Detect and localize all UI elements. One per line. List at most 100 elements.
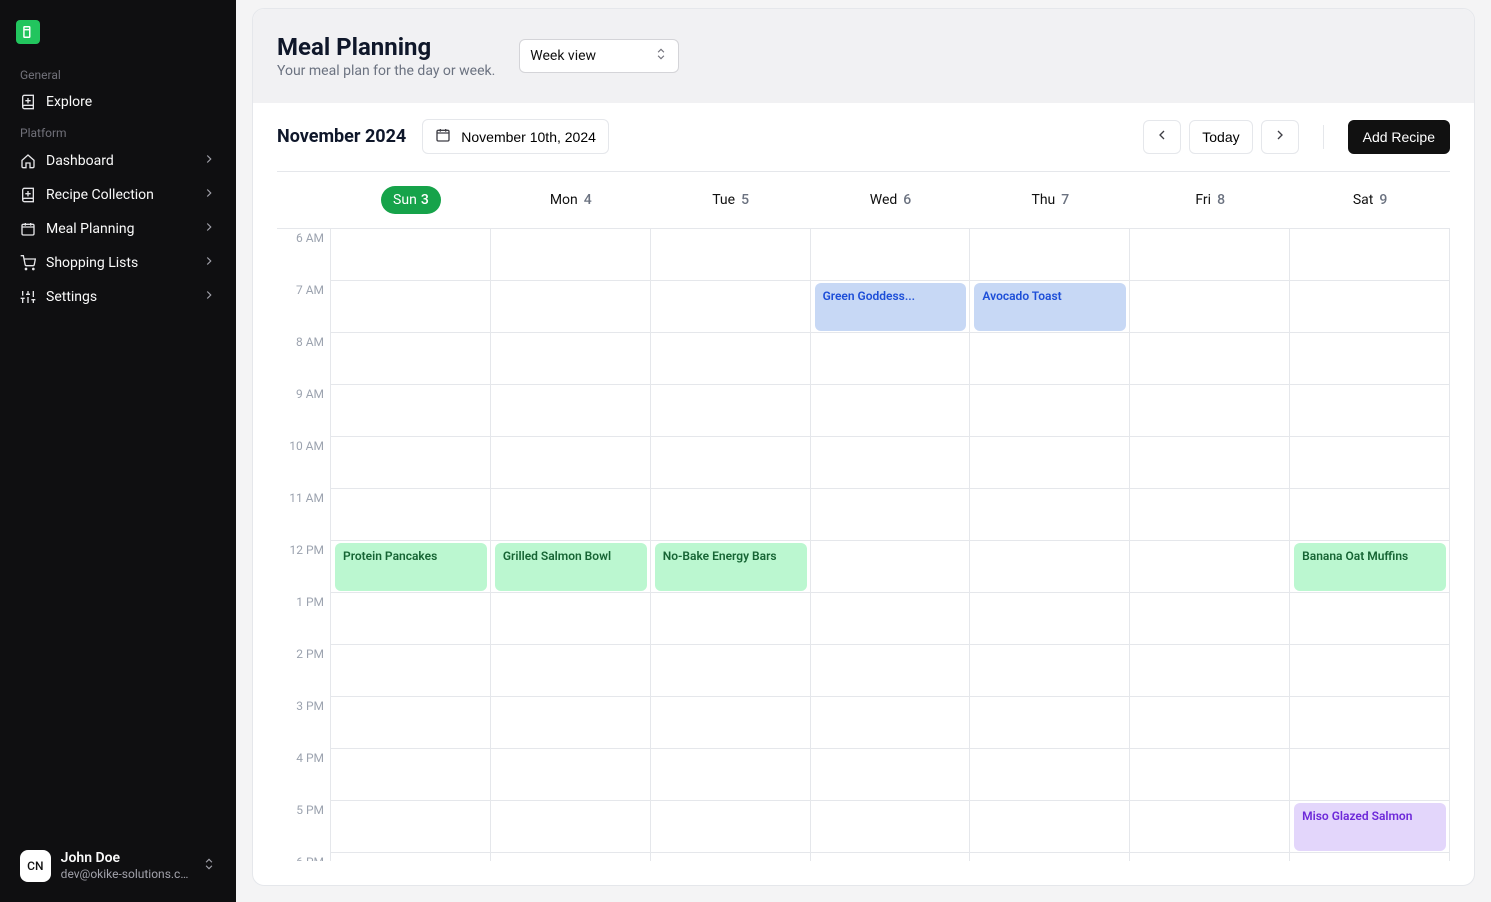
calendar-cell[interactable]: [811, 697, 971, 749]
calendar-cell[interactable]: [1290, 385, 1450, 437]
calendar-cell[interactable]: [651, 645, 811, 697]
calendar-cell[interactable]: [331, 333, 491, 385]
calendar-cell[interactable]: [1290, 281, 1450, 333]
calendar-cell[interactable]: [970, 489, 1130, 541]
calendar-cell[interactable]: [811, 385, 971, 437]
prev-button[interactable]: [1143, 120, 1181, 154]
calendar-cell[interactable]: [491, 645, 651, 697]
calendar-cell[interactable]: [651, 593, 811, 645]
calendar-event[interactable]: Miso Glazed Salmon: [1294, 803, 1446, 851]
calendar-cell[interactable]: [491, 437, 651, 489]
calendar-cell[interactable]: [331, 801, 491, 853]
user-menu[interactable]: CN John Doe dev@okike-solutions.com: [12, 842, 224, 890]
calendar-cell[interactable]: [651, 853, 811, 861]
add-recipe-button[interactable]: Add Recipe: [1348, 120, 1450, 154]
calendar-cell[interactable]: [811, 229, 971, 281]
calendar-cell[interactable]: [331, 697, 491, 749]
next-button[interactable]: [1261, 120, 1299, 154]
view-select[interactable]: Week view: [519, 39, 679, 73]
calendar-cell[interactable]: [491, 697, 651, 749]
calendar-event[interactable]: No-Bake Energy Bars: [655, 543, 807, 591]
calendar-cell[interactable]: [1130, 697, 1290, 749]
calendar-cell[interactable]: [1290, 593, 1450, 645]
calendar-cell[interactable]: [811, 801, 971, 853]
calendar-cell[interactable]: [491, 229, 651, 281]
calendar-cell[interactable]: [491, 801, 651, 853]
calendar-cell[interactable]: [1290, 749, 1450, 801]
sidebar-item-recipe-collection[interactable]: Recipe Collection: [12, 178, 224, 212]
calendar-body[interactable]: 6 AM7 AM8 AM9 AM10 AM11 AM12 PM1 PM2 PM3…: [277, 229, 1450, 861]
calendar-cell[interactable]: [1130, 541, 1290, 593]
calendar-cell[interactable]: [811, 853, 971, 861]
calendar-cell[interactable]: [1130, 645, 1290, 697]
calendar-cell[interactable]: [1130, 853, 1290, 861]
sidebar-item-settings[interactable]: Settings: [12, 280, 224, 314]
calendar-cell[interactable]: [331, 749, 491, 801]
calendar-event[interactable]: Green Goddess...: [815, 283, 967, 331]
calendar-cell[interactable]: [970, 801, 1130, 853]
calendar-cell[interactable]: [811, 593, 971, 645]
calendar-cell[interactable]: [491, 593, 651, 645]
calendar-cell[interactable]: [811, 645, 971, 697]
calendar-cell[interactable]: [1290, 437, 1450, 489]
calendar-cell[interactable]: [651, 281, 811, 333]
calendar-event[interactable]: Banana Oat Muffins: [1294, 543, 1446, 591]
calendar-cell[interactable]: [651, 749, 811, 801]
sidebar-item-shopping-lists[interactable]: Shopping Lists: [12, 246, 224, 280]
date-picker-button[interactable]: November 10th, 2024: [422, 119, 609, 154]
calendar-cell[interactable]: [491, 385, 651, 437]
calendar-cell[interactable]: [1130, 333, 1290, 385]
calendar-cell[interactable]: [491, 489, 651, 541]
calendar-cell[interactable]: [1130, 593, 1290, 645]
calendar-cell[interactable]: [331, 385, 491, 437]
calendar-cell[interactable]: [1290, 333, 1450, 385]
calendar-cell[interactable]: [651, 333, 811, 385]
calendar-cell[interactable]: [651, 801, 811, 853]
calendar-cell[interactable]: [970, 749, 1130, 801]
calendar-cell[interactable]: [811, 333, 971, 385]
calendar-cell[interactable]: [491, 281, 651, 333]
calendar-cell[interactable]: [1130, 437, 1290, 489]
sidebar-item-explore[interactable]: Explore: [12, 86, 224, 118]
calendar-cell[interactable]: [1290, 697, 1450, 749]
calendar-cell[interactable]: [1130, 801, 1290, 853]
calendar-cell[interactable]: [970, 697, 1130, 749]
calendar-cell[interactable]: [1290, 489, 1450, 541]
calendar-cell[interactable]: [331, 281, 491, 333]
app-logo[interactable]: [16, 20, 40, 44]
calendar-event[interactable]: Grilled Salmon Bowl: [495, 543, 647, 591]
calendar-cell[interactable]: [491, 333, 651, 385]
calendar-cell[interactable]: [970, 645, 1130, 697]
calendar-cell[interactable]: [651, 437, 811, 489]
calendar-cell[interactable]: [1290, 645, 1450, 697]
calendar-cell[interactable]: [331, 437, 491, 489]
sidebar-item-meal-planning[interactable]: Meal Planning: [12, 212, 224, 246]
calendar-cell[interactable]: [651, 697, 811, 749]
calendar-cell[interactable]: [811, 541, 971, 593]
calendar-cell[interactable]: [1130, 229, 1290, 281]
calendar-cell[interactable]: [970, 593, 1130, 645]
calendar-cell[interactable]: [1130, 749, 1290, 801]
calendar-cell[interactable]: [970, 541, 1130, 593]
today-button[interactable]: Today: [1189, 120, 1252, 154]
calendar-cell[interactable]: [970, 853, 1130, 861]
calendar-cell[interactable]: [491, 749, 651, 801]
calendar-cell[interactable]: [970, 333, 1130, 385]
calendar-cell[interactable]: [331, 229, 491, 281]
calendar-cell[interactable]: [1290, 229, 1450, 281]
calendar-event[interactable]: Protein Pancakes: [335, 543, 487, 591]
calendar-cell[interactable]: [331, 489, 491, 541]
sidebar-item-dashboard[interactable]: Dashboard: [12, 144, 224, 178]
calendar-cell[interactable]: [970, 437, 1130, 489]
calendar-cell[interactable]: [1290, 853, 1450, 861]
calendar-cell[interactable]: [811, 749, 971, 801]
calendar-cell[interactable]: [811, 437, 971, 489]
calendar-cell[interactable]: [331, 645, 491, 697]
calendar-cell[interactable]: [331, 853, 491, 861]
calendar-cell[interactable]: [1130, 385, 1290, 437]
calendar-cell[interactable]: [970, 229, 1130, 281]
calendar-cell[interactable]: [651, 489, 811, 541]
calendar-cell[interactable]: [1130, 281, 1290, 333]
calendar-cell[interactable]: [651, 229, 811, 281]
calendar-cell[interactable]: [491, 853, 651, 861]
